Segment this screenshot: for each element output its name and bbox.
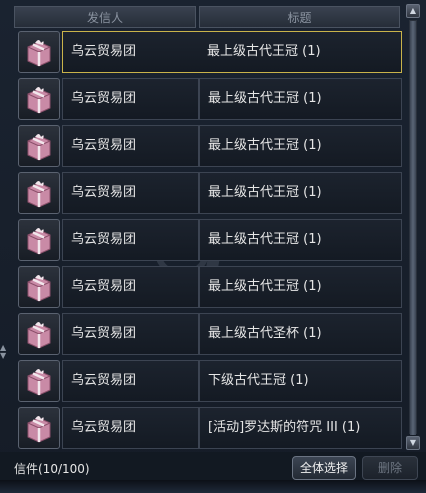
select-all-button[interactable]: 全体选择 bbox=[292, 456, 356, 480]
gift-box-icon bbox=[27, 134, 51, 161]
scene-background-strip bbox=[0, 480, 426, 493]
mail-subject[interactable]: 下级古代王冠 (1) bbox=[199, 360, 402, 402]
mail-item-slot[interactable] bbox=[18, 360, 60, 402]
mail-item-slot[interactable] bbox=[18, 31, 60, 73]
gift-box-icon bbox=[27, 369, 51, 396]
mail-subject[interactable]: 最上级古代王冠 (1) bbox=[199, 125, 402, 167]
mail-sender[interactable]: 乌云贸易团 bbox=[62, 360, 199, 402]
mail-row[interactable]: 乌云贸易团 最上级古代王冠 (1) bbox=[16, 171, 402, 215]
mail-subject[interactable]: [活动]罗达斯的符咒 III (1) bbox=[199, 407, 402, 449]
side-expand-arrow-icon[interactable]: ▲ ▼ bbox=[0, 344, 6, 360]
mail-sender[interactable]: 乌云贸易团 bbox=[62, 125, 199, 167]
scroll-thumb[interactable] bbox=[410, 21, 416, 435]
mail-row[interactable]: 乌云贸易团 [活动]罗达斯的符咒 III (1) bbox=[16, 406, 402, 450]
gift-box-icon bbox=[27, 181, 51, 208]
mail-item-slot[interactable] bbox=[18, 172, 60, 214]
mail-subject[interactable]: 最上级古代圣杯 (1) bbox=[199, 313, 402, 355]
mail-sender[interactable]: 乌云贸易团 bbox=[62, 31, 199, 73]
mail-subject[interactable]: 最上级古代王冠 (1) bbox=[199, 266, 402, 308]
mail-row[interactable]: 乌云贸易团 最上级古代王冠 (1) bbox=[16, 77, 402, 121]
gift-box-icon bbox=[27, 416, 51, 443]
mail-list-scrollbar[interactable]: ▲ ▼ bbox=[406, 4, 420, 450]
mail-item-slot[interactable] bbox=[18, 313, 60, 355]
gift-box-icon bbox=[27, 87, 51, 114]
scroll-up-button[interactable]: ▲ bbox=[406, 4, 420, 18]
mail-list-header: 发信人 标题 bbox=[14, 6, 400, 28]
mail-subject[interactable]: 最上级古代王冠 (1) bbox=[199, 172, 402, 214]
gift-box-icon bbox=[27, 275, 51, 302]
mail-sender[interactable]: 乌云贸易团 bbox=[62, 219, 199, 261]
mail-item-slot[interactable] bbox=[18, 266, 60, 308]
gift-box-icon bbox=[27, 40, 51, 67]
mail-row[interactable]: 乌云贸易团 最上级古代圣杯 (1) bbox=[16, 312, 402, 356]
mail-item-slot[interactable] bbox=[18, 78, 60, 120]
mail-sender[interactable]: 乌云贸易团 bbox=[62, 266, 199, 308]
mail-row[interactable]: 乌云贸易团 最上级古代王冠 (1) bbox=[16, 218, 402, 262]
gift-box-icon bbox=[27, 322, 51, 349]
mail-sender[interactable]: 乌云贸易团 bbox=[62, 78, 199, 120]
mail-item-slot[interactable] bbox=[18, 407, 60, 449]
delete-button[interactable]: 删除 bbox=[362, 456, 418, 480]
scroll-down-button[interactable]: ▼ bbox=[406, 436, 420, 450]
mail-item-slot[interactable] bbox=[18, 219, 60, 261]
subject-column-header[interactable]: 标题 bbox=[199, 6, 400, 28]
mail-subject[interactable]: 最上级古代王冠 (1) bbox=[199, 219, 402, 261]
mail-count: 信件(10/100) bbox=[14, 462, 90, 476]
mail-row[interactable]: 乌云贸易团 最上级古代王冠 (1) bbox=[16, 124, 402, 168]
mail-item-slot[interactable] bbox=[18, 125, 60, 167]
mail-sender[interactable]: 乌云贸易团 bbox=[62, 407, 199, 449]
gift-box-icon bbox=[27, 228, 51, 255]
mailbox-window: 发信人 标题 乌云贸易团 最上级古代王冠 (1) 乌云贸易团 最上级古代王冠 (1) 乌… bbox=[0, 0, 426, 493]
mail-row[interactable]: 乌云贸易团 下级古代王冠 (1) bbox=[16, 359, 402, 403]
mail-subject[interactable]: 最上级古代王冠 (1) bbox=[199, 78, 402, 120]
mail-row[interactable]: 乌云贸易团 最上级古代王冠 (1) bbox=[16, 30, 402, 74]
mail-sender[interactable]: 乌云贸易团 bbox=[62, 172, 199, 214]
scroll-track[interactable] bbox=[409, 20, 417, 435]
sender-column-header[interactable]: 发信人 bbox=[14, 6, 196, 28]
mail-sender[interactable]: 乌云贸易团 bbox=[62, 313, 199, 355]
mail-subject[interactable]: 最上级古代王冠 (1) bbox=[199, 31, 402, 73]
mail-row[interactable]: 乌云贸易团 最上级古代王冠 (1) bbox=[16, 265, 402, 309]
